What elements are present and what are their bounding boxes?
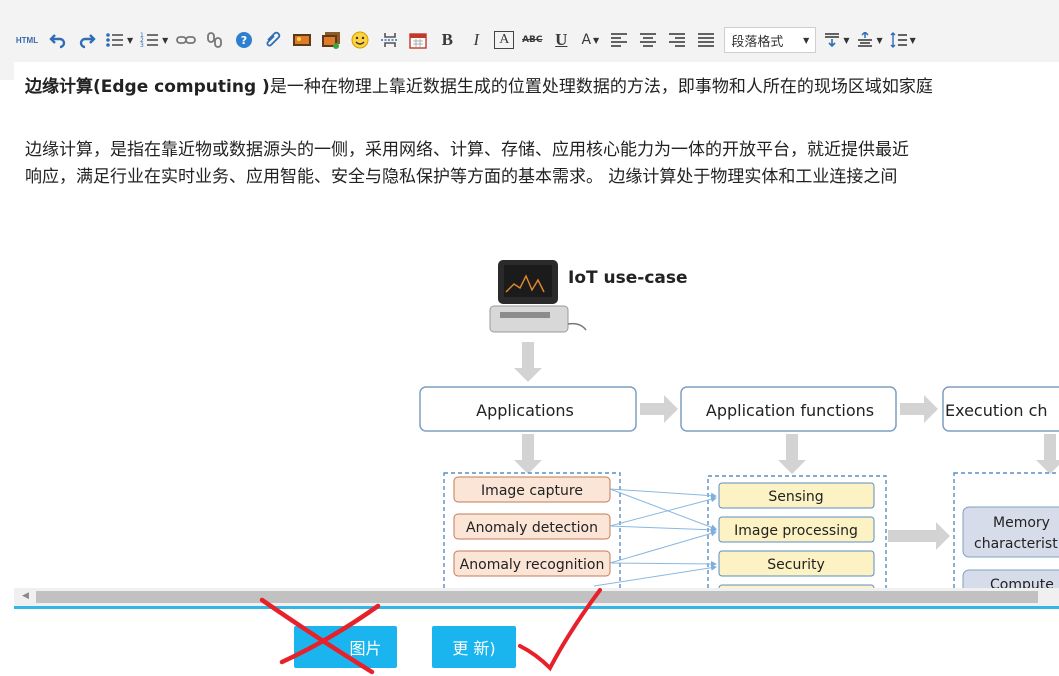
image-icon[interactable] [291,27,313,53]
function-item-label: Security [767,557,825,573]
row-spacing-icon[interactable]: ▼ [856,27,883,53]
bold-button[interactable]: B [436,27,458,53]
align-left-icon[interactable] [608,27,630,53]
vertical-align-icon[interactable]: ▼ [823,27,849,53]
app-item-label: Image capture [481,483,583,499]
align-justify-icon[interactable] [695,27,717,53]
redo-icon[interactable] [76,27,98,53]
date-icon[interactable] [407,27,429,53]
undo-icon[interactable] [47,27,69,53]
page-break-icon[interactable] [378,27,400,53]
function-item-label: Image processing [734,523,858,539]
horizontal-scrollbar[interactable]: ◀ [14,588,1059,606]
align-right-icon[interactable] [666,27,688,53]
app-item-label: Anomaly detection [466,520,598,536]
app-item-label: Anomaly recognition [460,557,605,573]
edge-computing-diagram[interactable]: IoT use-case Applications Application fu… [14,62,1059,588]
strikethrough-button[interactable]: ABC [521,27,543,53]
toolbar-row: HTML ▼ 1 2 3 ▼ ? B I A ABC U A ▼ 段落格式 ▼ … [14,22,916,58]
function-item-label: Sensing [768,489,823,505]
align-center-icon[interactable] [637,27,659,53]
application-functions-title: Application functions [706,401,874,420]
update-label: 更 新) [452,639,496,658]
underline-button[interactable]: U [550,27,572,53]
footer-actions: 图片 更 新) [0,609,1059,676]
help-icon[interactable]: ? [233,27,255,53]
paragraph-format-value: 段落格式 [731,34,784,50]
exec-item-label: Memory [993,515,1050,531]
unlink-icon[interactable] [204,27,226,53]
line-height-icon[interactable]: ▼ [890,27,916,53]
attachment-icon[interactable] [262,27,284,53]
exec-item-label: characterist [974,536,1058,552]
svg-text:3: 3 [140,42,144,49]
ordered-list-icon[interactable]: 1 2 3 ▼ [140,27,168,53]
unordered-list-icon[interactable]: ▼ [105,27,133,53]
exec-item-label: Compute [990,577,1054,588]
chevron-down-icon: ▼ [803,35,810,45]
paragraph-format-select[interactable]: 段落格式 ▼ [724,27,817,53]
editor-content[interactable]: 边缘计算(Edge computing )是一种在物理上靠近数据生成的位置处理数… [14,62,1059,588]
italic-button[interactable]: I [465,27,487,53]
update-button[interactable]: 更 新) [432,626,516,668]
applications-title: Applications [476,401,574,420]
svg-text:?: ? [241,34,247,47]
emoticon-icon[interactable] [349,27,371,53]
border-text-button[interactable]: A [494,31,515,49]
connector-lines [593,488,717,587]
upload-image-button[interactable]: 图片 [294,626,397,668]
iot-label: IoT use-case [568,268,688,288]
execution-title: Execution ch [945,401,1048,420]
font-color-button[interactable]: A ▼ [579,27,601,53]
link-icon[interactable] [175,27,197,53]
upload-image-label: 图片 [349,639,382,658]
font-color-label: A [581,32,592,48]
scrollbar-thumb[interactable] [36,591,1038,603]
scroll-left-icon[interactable]: ◀ [22,591,29,601]
html-source-button[interactable]: HTML [14,27,40,53]
multi-image-icon[interactable] [320,27,342,53]
